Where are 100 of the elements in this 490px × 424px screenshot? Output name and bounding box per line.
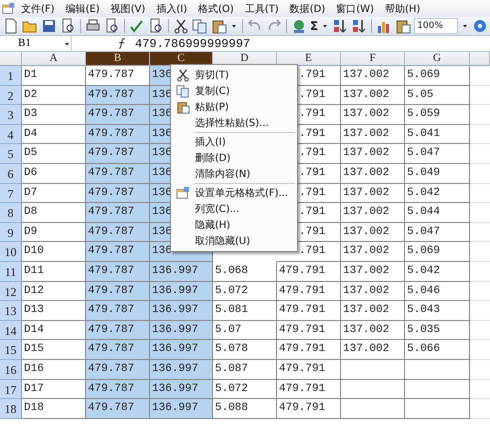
table-cell: D1	[22, 66, 86, 86]
hyperlink-icon[interactable]	[291, 18, 307, 34]
table-cell: 479.787	[86, 282, 150, 302]
table-cell: 5.047	[405, 144, 470, 164]
row-header[interactable]: 10	[0, 242, 22, 262]
row-header[interactable]: 18	[0, 399, 22, 419]
formula-field[interactable]: 479.786999999997	[135, 36, 250, 50]
menu-item[interactable]: 帮助(H)	[380, 2, 426, 16]
row-header[interactable]: 8	[0, 203, 22, 223]
table-cell: 137.002	[341, 340, 405, 360]
zoom-field[interactable]: 100%	[414, 18, 458, 34]
name-box[interactable]: B1	[0, 36, 72, 51]
table-cell: 479.787	[86, 262, 150, 282]
table-cell: 479.787	[86, 164, 150, 184]
column-header[interactable]: B	[86, 52, 150, 66]
drawing-icon[interactable]	[395, 18, 412, 34]
row-header[interactable]: 7	[0, 184, 22, 204]
copy-icon[interactable]	[192, 18, 208, 34]
paste-icon[interactable]	[211, 18, 227, 34]
table-cell: 137.002	[341, 242, 405, 262]
row-header[interactable]: 16	[0, 360, 22, 380]
print-preview-icon[interactable]	[104, 18, 120, 34]
row-header[interactable]: 5	[0, 144, 22, 164]
row-header[interactable]: 17	[0, 380, 22, 400]
column-header[interactable]: E	[277, 52, 341, 66]
save-icon[interactable]	[41, 18, 57, 34]
table-cell: 5.042	[405, 262, 470, 282]
row-header[interactable]: 1	[0, 66, 22, 86]
table-cell: D9	[22, 222, 86, 242]
table-cell: 479.787	[86, 124, 150, 144]
table-cell	[341, 399, 405, 419]
workbook-icon[interactable]	[2, 2, 15, 15]
document-icon[interactable]	[60, 18, 76, 34]
menu-item[interactable]: 文件(F)	[16, 2, 60, 16]
table-cell	[341, 380, 405, 400]
menu-item[interactable]: 编辑(E)	[60, 2, 105, 16]
row-header[interactable]: 12	[0, 282, 22, 302]
column-header[interactable]: C	[150, 52, 213, 66]
table-cell: 137.002	[341, 203, 405, 223]
table-cell: 5.072	[213, 380, 277, 400]
caret-icon[interactable]	[321, 22, 330, 30]
table-cell: 136.997	[150, 340, 213, 360]
menu-item[interactable]: 格式(O)	[193, 2, 239, 16]
sort-descending-icon[interactable]	[351, 18, 368, 34]
table-cell: 137.002	[341, 301, 405, 321]
row-header[interactable]: 15	[0, 340, 22, 360]
cut-icon[interactable]	[173, 18, 189, 34]
spelling-check-icon[interactable]	[129, 18, 145, 34]
table-cell: 479.787	[86, 360, 150, 380]
table-cell: 5.041	[405, 124, 470, 144]
table-cell: 479.791	[277, 360, 341, 380]
clipboard-icon	[176, 100, 190, 114]
menu-item[interactable]: 插入(I)	[151, 2, 192, 16]
row-header[interactable]: 3	[0, 105, 22, 125]
table-cell: 136.997	[150, 399, 213, 419]
table-cell: 5.044	[405, 203, 470, 223]
format-cells-icon	[176, 186, 190, 200]
column-header[interactable]: F	[341, 52, 405, 66]
table-cell: D12	[22, 282, 86, 302]
table-cell: 479.787	[86, 105, 150, 125]
table-cell: 137.002	[341, 164, 405, 184]
table-cell: D8	[22, 203, 86, 223]
menu-item[interactable]: 工具(T)	[240, 2, 284, 16]
row-header[interactable]: 6	[0, 164, 22, 184]
table-cell: 479.791	[277, 262, 341, 282]
table-cell	[405, 380, 470, 400]
row-header[interactable]: 14	[0, 320, 22, 340]
caret-icon[interactable]	[230, 22, 238, 30]
column-header[interactable]: G	[405, 52, 470, 66]
menu-item[interactable]: 窗口(W)	[331, 2, 379, 16]
table-cell: 136.997	[150, 380, 213, 400]
menu-item[interactable]: 视图(V)	[106, 2, 150, 16]
table-cell: 137.002	[341, 86, 405, 106]
caret-icon[interactable]	[461, 22, 470, 30]
row-header[interactable]: 4	[0, 124, 22, 144]
row-header[interactable]: 2	[0, 86, 22, 106]
table-cell	[341, 360, 405, 380]
table-cell: D7	[22, 184, 86, 204]
table-cell: D15	[22, 340, 86, 360]
row-header[interactable]: 9	[0, 222, 22, 242]
table-cell: 136.997	[150, 262, 213, 282]
column-header[interactable]: A	[22, 52, 86, 66]
table-cell: D18	[22, 399, 86, 419]
table-cell: 479.787	[86, 242, 150, 262]
table-cell: 136.997	[150, 301, 213, 321]
copy-icon	[176, 84, 190, 98]
autosum-button[interactable]: Σ	[310, 19, 318, 33]
table-cell: 5.035	[405, 320, 470, 340]
table-cell: 137.002	[341, 320, 405, 340]
table-cell: 5.072	[213, 282, 277, 302]
table-cell: 5.043	[405, 301, 470, 321]
menu-item[interactable]: 数据(D)	[284, 2, 330, 16]
table-cell: 5.069	[405, 242, 470, 262]
row-header[interactable]: 13	[0, 301, 22, 321]
sort-ascending-icon[interactable]	[332, 18, 348, 34]
table-cell: 479.791	[277, 380, 341, 400]
research-icon[interactable]	[148, 18, 164, 34]
row-header[interactable]: 11	[0, 262, 22, 282]
table-cell: D3	[22, 105, 86, 125]
help-icon[interactable]	[472, 18, 488, 34]
